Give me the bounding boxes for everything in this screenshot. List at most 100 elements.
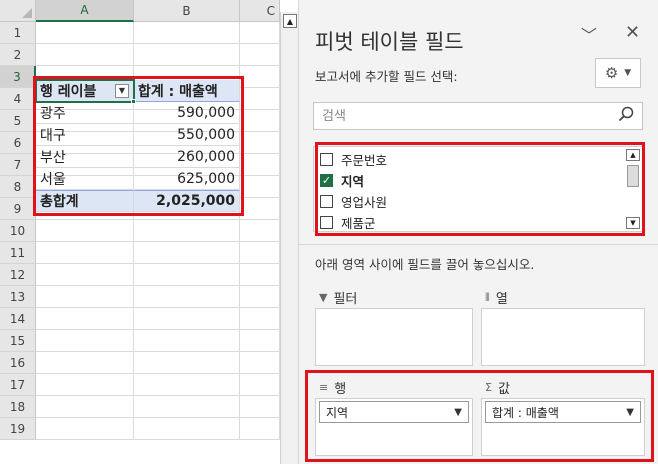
select-all-corner[interactable] bbox=[0, 0, 36, 22]
field-search[interactable] bbox=[313, 102, 643, 130]
row-area-item[interactable]: 지역 ▼ bbox=[319, 401, 469, 423]
grid-cell[interactable] bbox=[134, 242, 240, 264]
tools-button[interactable]: ⚙ ▼ bbox=[595, 58, 641, 88]
pivot-total-value[interactable]: 2,025,000 bbox=[134, 190, 240, 212]
row-header[interactable]: 19 bbox=[0, 418, 36, 440]
row-header[interactable]: 3 bbox=[0, 66, 36, 88]
column-header-b[interactable]: B bbox=[134, 0, 240, 22]
grid-cell[interactable] bbox=[134, 308, 240, 330]
grid-cell[interactable] bbox=[134, 418, 240, 440]
grid-cell[interactable] bbox=[36, 264, 134, 286]
grid-cell[interactable] bbox=[240, 374, 280, 396]
checkbox[interactable] bbox=[320, 215, 333, 229]
row-header[interactable]: 8 bbox=[0, 176, 36, 198]
grid-cell[interactable] bbox=[240, 176, 280, 198]
pivot-row-label[interactable]: 서울 bbox=[36, 168, 134, 190]
checkbox[interactable] bbox=[320, 152, 333, 166]
scroll-up-icon[interactable]: ▲ bbox=[283, 14, 297, 28]
grid-cell[interactable] bbox=[36, 352, 134, 374]
row-header[interactable]: 4 bbox=[0, 88, 36, 110]
row-header[interactable]: 7 bbox=[0, 154, 36, 176]
grid-cell[interactable] bbox=[134, 22, 240, 44]
grid-cell[interactable] bbox=[240, 220, 280, 242]
field-item-salesperson[interactable]: 영업사원 bbox=[320, 191, 387, 211]
grid-cell[interactable] bbox=[240, 286, 280, 308]
grid-cell[interactable] bbox=[36, 396, 134, 418]
grid-cell[interactable] bbox=[36, 286, 134, 308]
grid-cell[interactable] bbox=[134, 330, 240, 352]
scroll-up-icon[interactable]: ▲ bbox=[626, 149, 640, 161]
grid-cell[interactable] bbox=[240, 396, 280, 418]
row-header[interactable]: 2 bbox=[0, 44, 36, 66]
pivot-row-label-header[interactable]: 행 레이블 ▼ bbox=[36, 80, 134, 102]
row-header[interactable]: 14 bbox=[0, 308, 36, 330]
row-header[interactable]: 18 bbox=[0, 396, 36, 418]
grid-cell[interactable] bbox=[240, 198, 280, 220]
grid-cell[interactable] bbox=[240, 264, 280, 286]
grid-cell[interactable] bbox=[240, 154, 280, 176]
grid-cell[interactable] bbox=[134, 44, 240, 66]
dropdown-arrow-icon[interactable]: ▼ bbox=[454, 407, 462, 418]
row-header[interactable]: 11 bbox=[0, 242, 36, 264]
chevron-down-icon[interactable]: ﹀ bbox=[581, 22, 597, 46]
grid-cell[interactable] bbox=[240, 44, 280, 66]
pivot-row-label[interactable]: 부산 bbox=[36, 146, 134, 168]
field-item-product-group[interactable]: 제품군 bbox=[320, 212, 376, 232]
grid-cell[interactable] bbox=[240, 88, 280, 110]
grid-cell[interactable] bbox=[134, 374, 240, 396]
row-header[interactable]: 13 bbox=[0, 286, 36, 308]
field-item-region[interactable]: ✓ 지역 bbox=[320, 170, 364, 190]
grid-cell[interactable] bbox=[134, 286, 240, 308]
checkbox-checked[interactable]: ✓ bbox=[320, 173, 333, 187]
grid-cell[interactable] bbox=[240, 132, 280, 154]
row-header[interactable]: 15 bbox=[0, 330, 36, 352]
grid-cell[interactable] bbox=[36, 44, 134, 66]
row-header[interactable]: 9 bbox=[0, 198, 36, 220]
grid-cell[interactable] bbox=[36, 330, 134, 352]
grid-cell[interactable] bbox=[36, 242, 134, 264]
pivot-row-value[interactable]: 260,000 bbox=[134, 146, 240, 168]
grid-cell[interactable] bbox=[240, 242, 280, 264]
pivot-row-value[interactable]: 625,000 bbox=[134, 168, 240, 190]
grid-cell[interactable] bbox=[134, 396, 240, 418]
search-icon[interactable] bbox=[618, 106, 634, 126]
grid-cell[interactable] bbox=[240, 110, 280, 132]
grid-cell[interactable] bbox=[134, 352, 240, 374]
grid-cell[interactable] bbox=[240, 330, 280, 352]
pivot-total-label[interactable]: 총합계 bbox=[36, 190, 134, 212]
field-list-scrollbar[interactable]: ▲ ▼ bbox=[626, 149, 640, 229]
dropdown-arrow-icon[interactable]: ▼ bbox=[626, 407, 634, 418]
grid-cell[interactable] bbox=[36, 374, 134, 396]
close-icon[interactable]: ✕ bbox=[625, 22, 640, 43]
pivot-row-label[interactable]: 대구 bbox=[36, 124, 134, 146]
grid-cell[interactable] bbox=[36, 418, 134, 440]
grid-cell[interactable] bbox=[240, 22, 280, 44]
column-area[interactable] bbox=[481, 308, 645, 366]
fill-handle[interactable] bbox=[131, 99, 136, 104]
row-header[interactable]: 16 bbox=[0, 352, 36, 374]
scroll-thumb[interactable] bbox=[627, 165, 639, 187]
grid-cell[interactable] bbox=[36, 220, 134, 242]
pivot-value-header[interactable]: 합계 : 매출액 bbox=[134, 80, 240, 102]
sheet-vertical-scrollbar[interactable]: ▲ bbox=[280, 12, 298, 464]
pivot-row-value[interactable]: 590,000 bbox=[134, 102, 240, 124]
filter-dropdown-icon[interactable]: ▼ bbox=[115, 83, 129, 98]
field-item-order-number[interactable]: 주문번호 bbox=[320, 149, 387, 169]
checkbox[interactable] bbox=[320, 194, 333, 208]
column-header-c[interactable]: C bbox=[240, 0, 280, 22]
filter-area[interactable] bbox=[315, 308, 473, 366]
column-header-a[interactable]: A bbox=[36, 0, 134, 22]
pivot-row-label[interactable]: 광주 bbox=[36, 102, 134, 124]
row-header[interactable]: 12 bbox=[0, 264, 36, 286]
grid-cell[interactable] bbox=[36, 308, 134, 330]
grid-cell[interactable] bbox=[134, 220, 240, 242]
row-header[interactable]: 6 bbox=[0, 132, 36, 154]
row-header[interactable]: 17 bbox=[0, 374, 36, 396]
grid-cell[interactable] bbox=[36, 22, 134, 44]
grid-cell[interactable] bbox=[240, 418, 280, 440]
value-area-item[interactable]: 합계 : 매출액 ▼ bbox=[485, 401, 641, 423]
grid-cell[interactable] bbox=[240, 308, 280, 330]
field-search-input[interactable] bbox=[322, 108, 618, 124]
row-header[interactable]: 5 bbox=[0, 110, 36, 132]
scroll-down-icon[interactable]: ▼ bbox=[626, 217, 640, 229]
